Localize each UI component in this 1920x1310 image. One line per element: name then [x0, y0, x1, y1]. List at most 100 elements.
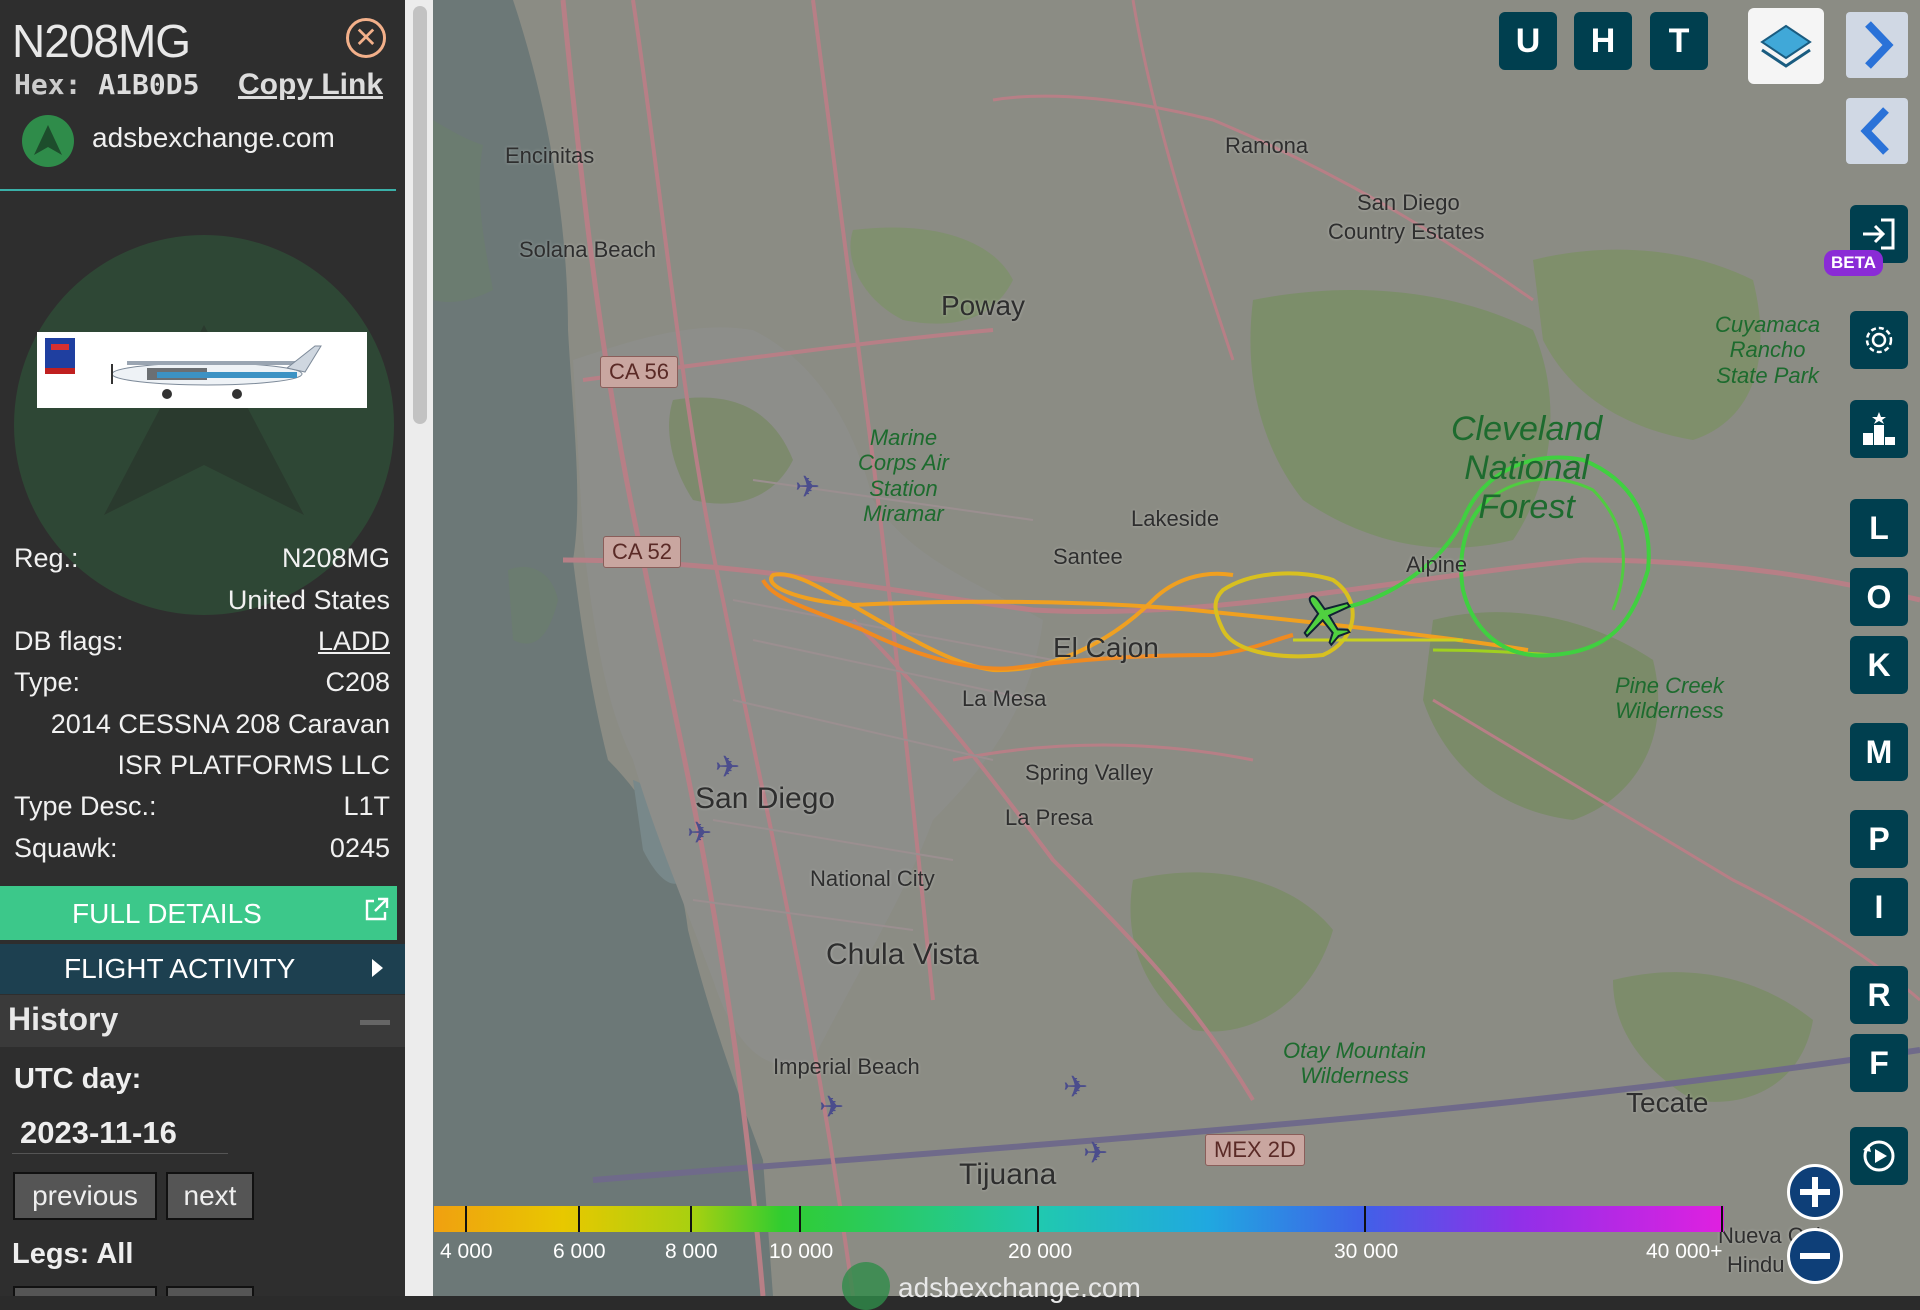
toolbar-button-p[interactable]: P [1850, 810, 1908, 868]
toolbar-button-t[interactable]: T [1650, 12, 1708, 70]
place-label: Lakeside [1131, 506, 1220, 531]
replay-icon[interactable] [1850, 1127, 1908, 1185]
info-row-type: Type: C208 [14, 667, 390, 703]
type-desc-value: L1T [343, 791, 390, 821]
info-row-model: 2014 CESSNA 208 Caravan [14, 709, 390, 745]
external-link-icon [362, 896, 390, 931]
hex-row: Hex: A1B0D5 [14, 68, 199, 101]
place-label: La Presa [1005, 805, 1094, 830]
utc-day-label: UTC day: [14, 1063, 142, 1095]
copy-link-button[interactable]: Copy Link [238, 68, 383, 102]
flight-activity-label: FLIGHT ACTIVITY [64, 953, 296, 984]
legs-button[interactable] [166, 1286, 254, 1296]
history-section-header[interactable]: History [0, 995, 405, 1047]
legs-label: Legs: All [12, 1238, 134, 1270]
altitude-tick-label: 6 000 [553, 1240, 606, 1263]
zoom-out-icon[interactable] [1787, 1228, 1843, 1284]
full-details-button[interactable]: FULL DETAILS [0, 886, 397, 940]
type-desc-label: Type Desc.: [14, 791, 157, 821]
history-title: History [8, 1001, 119, 1037]
toolbar-button-k[interactable]: K [1850, 636, 1908, 694]
highway-shield: CA 56 [600, 356, 678, 388]
squawk-label: Squawk: [14, 833, 118, 863]
altitude-color-legend [434, 1206, 1724, 1232]
collapse-icon[interactable] [360, 1020, 390, 1025]
park-label-cleveland: Cleveland National Forest [1451, 410, 1603, 527]
place-label: Tecate [1626, 1087, 1709, 1118]
place-label: Tijuana [959, 1158, 1057, 1191]
toolbar-button-l[interactable]: L [1850, 499, 1908, 557]
airport-icon: ✈ [795, 471, 821, 504]
hex-value: A1B0D5 [98, 68, 200, 101]
airport-icon: ✈ [819, 1091, 845, 1124]
altitude-tick-label: 4 000 [440, 1240, 493, 1263]
altitude-tick-label: 30 000 [1334, 1240, 1399, 1263]
place-label: Country Estates [1328, 219, 1485, 244]
place-label: San Diego [1357, 190, 1460, 215]
toolbar-button-o[interactable]: O [1850, 568, 1908, 626]
park-label-miramar: Marine Corps Air Station Miramar [858, 425, 949, 526]
header-divider [0, 189, 396, 191]
altitude-tick-label: 8 000 [665, 1240, 718, 1263]
hex-label: Hex: [14, 68, 82, 101]
chevron-left-icon[interactable] [1846, 98, 1908, 164]
park-label-otay: Otay Mountain Wilderness [1283, 1038, 1427, 1089]
aircraft-info-sidebar: N208MG ✕ Hex: A1B0D5 Copy Link adsbexcha… [0, 0, 405, 1296]
airport-icon: ✈ [687, 817, 713, 850]
ladd-link[interactable]: LADD [318, 626, 390, 657]
plane-icon[interactable] [1296, 588, 1356, 648]
podium-icon[interactable] [1850, 400, 1908, 458]
sidebar-header: N208MG ✕ Hex: A1B0D5 Copy Link adsbexcha… [0, 0, 405, 191]
info-row-type-desc: Type Desc.: L1T [14, 791, 390, 827]
info-row-squawk: Squawk: 0245 [14, 833, 390, 869]
chevron-right-icon[interactable] [1846, 12, 1908, 78]
flight-activity-button[interactable]: FLIGHT ACTIVITY [0, 944, 405, 994]
toolbar-button-h[interactable]: H [1574, 12, 1632, 70]
place-label: Santee [1053, 544, 1123, 569]
next-day-button[interactable]: next [166, 1172, 254, 1220]
info-row-db-flags: DB flags: LADD [14, 626, 390, 662]
gear-icon[interactable] [1850, 311, 1908, 369]
callsign-title: N208MG [12, 15, 191, 67]
toolbar-button-i[interactable]: I [1850, 878, 1908, 936]
close-icon[interactable]: ✕ [346, 18, 386, 58]
owner-value: ISR PLATFORMS LLC [117, 750, 390, 780]
park-label-cuyamaca: Cuyamaca Rancho State Park [1715, 312, 1821, 388]
type-label: Type: [14, 667, 81, 697]
altitude-tick-label: 20 000 [1008, 1240, 1073, 1263]
airport-icon: ✈ [1083, 1137, 1109, 1170]
adsbexchange-link[interactable]: adsbexchange.com [92, 122, 335, 154]
aircraft-photo[interactable] [37, 332, 367, 408]
reg-label: Reg.: [14, 543, 79, 573]
legs-button[interactable] [13, 1286, 157, 1296]
place-label: Encinitas [505, 143, 595, 168]
db-flags-label: DB flags: [14, 626, 124, 656]
place-label: Spring Valley [1025, 760, 1153, 785]
sidebar-scrollbar-thumb[interactable] [413, 6, 427, 424]
airport-icon: ✈ [715, 751, 741, 784]
place-label: Chula Vista [826, 938, 979, 971]
previous-day-button[interactable]: previous [13, 1172, 157, 1220]
place-label: National City [810, 866, 935, 891]
park-label-pine-creek: Pine Creek Wilderness [1615, 673, 1724, 724]
altitude-tick-label: 40 000+ [1646, 1240, 1723, 1263]
airport-icon: ✈ [1063, 1071, 1089, 1104]
info-row-owner: ISR PLATFORMS LLC [14, 750, 390, 786]
full-details-label: FULL DETAILS [72, 898, 262, 929]
altitude-tick-label: 10 000 [769, 1240, 834, 1263]
adsbexchange-logo-icon [22, 115, 74, 167]
caret-right-icon [372, 959, 383, 977]
flight-map[interactable]: Encinitas Solana Beach Ramona San Diego … [433, 0, 1920, 1296]
layers-icon[interactable] [1748, 8, 1824, 84]
type-value: C208 [325, 667, 390, 697]
map-footer-watermark: adsbexchange.com [898, 1272, 1141, 1303]
utc-day-input[interactable]: 2023-11-16 [12, 1112, 228, 1154]
toolbar-button-m[interactable]: M [1850, 723, 1908, 781]
zoom-in-icon[interactable] [1787, 1164, 1843, 1220]
toolbar-button-f[interactable]: F [1850, 1034, 1908, 1092]
toolbar-button-u[interactable]: U [1499, 12, 1557, 70]
model-value: 2014 CESSNA 208 Caravan [50, 709, 390, 739]
beta-badge: BETA [1824, 250, 1884, 276]
country-value: United States [227, 585, 390, 615]
toolbar-button-r[interactable]: R [1850, 966, 1908, 1024]
